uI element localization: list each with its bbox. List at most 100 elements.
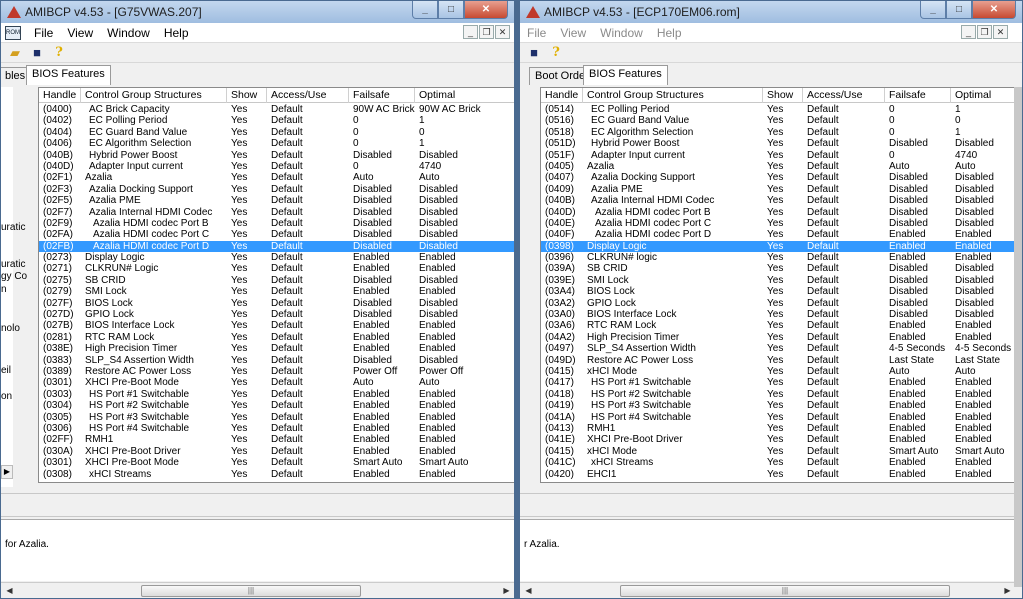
left-mdi-minimize-button[interactable]: _ (463, 25, 478, 39)
table-row[interactable]: (040F) Azalia HDMI codec Port D Yes Default… (541, 229, 1017, 240)
table-row[interactable]: (0516) EC Guard Band Value Yes Default 0 0 (541, 115, 1017, 126)
table-row[interactable]: (02F9) Azalia HDMI codec Port B Yes Default… (39, 218, 514, 229)
table-row[interactable]: (0404) EC Guard Band Value Yes Default 0 0 (39, 127, 514, 138)
column-header-failsafe[interactable]: Failsafe (885, 88, 951, 103)
left-mdi-close-button[interactable]: ✕ (495, 25, 510, 39)
left-close-button[interactable]: ✕ (464, 1, 508, 19)
scroll-left-icon[interactable]: ◀ (1, 583, 18, 598)
document-icon[interactable]: ROM (5, 25, 21, 40)
table-row[interactable]: (0405) Azalia Yes Default Auto Auto (541, 161, 1017, 172)
table-row[interactable]: (0279) SMI Lock Yes Default Enabled Enabled (39, 286, 514, 297)
column-header-optimal[interactable]: Optimal (415, 88, 514, 103)
table-row[interactable]: (0383) SLP_S4 Assertion Width Yes Default Di… (39, 355, 514, 366)
right-menu-view[interactable]: View (553, 26, 593, 40)
table-row[interactable]: (027F) BIOS Lock Yes Default Disabled Disable… (39, 298, 514, 309)
table-row[interactable]: (02FA) Azalia HDMI codec Port C Yes Default… (39, 229, 514, 240)
table-row[interactable]: (0413) RMH1 Yes Default Enabled Enabled (541, 423, 1017, 434)
table-row[interactable]: (0417) HS Port #1 Switchable Yes Default Ena… (541, 377, 1017, 388)
column-header-handle[interactable]: Handle (39, 88, 81, 103)
right-close-button[interactable]: ✕ (972, 1, 1016, 19)
table-row[interactable]: (03A0) BIOS Interface Lock Yes Default Disab… (541, 309, 1017, 320)
table-row[interactable]: (0420) EHCI1 Yes Default Enabled Enabled (541, 469, 1017, 480)
right-maximize-button[interactable]: □ (946, 1, 972, 19)
help-icon[interactable]: ? (51, 45, 67, 61)
table-row[interactable]: (03A2) GPIO Lock Yes Default Disabled Disable… (541, 298, 1017, 309)
right-title-bar[interactable]: AMIBCP v4.53 - [ECP170EM06.rom] _ □ ✕ (520, 1, 1022, 23)
column-header-failsafe[interactable]: Failsafe (349, 88, 415, 103)
column-header-show[interactable]: Show (227, 88, 267, 103)
save-disk-icon[interactable]: ■ (29, 45, 45, 61)
table-row[interactable]: (0275) SB CRID Yes Default Disabled Disabled (39, 275, 514, 286)
column-header-name[interactable]: Control Group Structures (81, 88, 227, 103)
side-scroll-right-icon[interactable]: ▶ (1, 465, 13, 479)
table-row[interactable]: (0389) Restore AC Power Loss Yes Default Pow… (39, 366, 514, 377)
save-disk-icon[interactable]: ■ (526, 45, 542, 61)
table-row[interactable]: (02F1) Azalia Yes Default Auto Auto (39, 172, 514, 183)
left-menu-help[interactable]: Help (157, 26, 196, 40)
column-header-show[interactable]: Show (763, 88, 803, 103)
table-row[interactable]: (0304) HS Port #2 Switchable Yes Default Ena… (39, 400, 514, 411)
table-row[interactable]: (0402) EC Polling Period Yes Default 0 1 (39, 115, 514, 126)
table-row[interactable]: (039E) SMI Lock Yes Default Disabled Disabled (541, 275, 1017, 286)
table-row[interactable]: (0273) Display Logic Yes Default Enabled Enab… (39, 252, 514, 263)
table-row[interactable]: (040B) Azalia Internal HDMI Codec Yes Defau… (541, 195, 1017, 206)
table-row[interactable]: (04A2) High Precision Timer Yes Default Enab… (541, 332, 1017, 343)
table-row[interactable]: (030A) XHCI Pre-Boot Driver Yes Default Enab… (39, 446, 514, 457)
column-header-optimal[interactable]: Optimal (951, 88, 1017, 103)
table-row[interactable]: (041C) xHCI Streams Yes Default Enabled Enabl… (541, 457, 1017, 468)
table-row[interactable]: (0301) XHCI Pre-Boot Mode Yes Default Smart … (39, 457, 514, 468)
table-row[interactable]: (040B) Hybrid Power Boost Yes Default Disabl… (39, 150, 514, 161)
left-tab-bios-features[interactable]: BIOS Features (26, 65, 111, 85)
table-row[interactable]: (0497) SLP_S4 Assertion Width Yes Default 4-… (541, 343, 1017, 354)
table-row[interactable]: (040D) Adapter Input current Yes Default 0 47… (39, 161, 514, 172)
scroll-left-icon[interactable]: ◀ (520, 583, 537, 598)
column-header-access[interactable]: Access/Use (803, 88, 885, 103)
table-row[interactable]: (0306) HS Port #4 Switchable Yes Default Ena… (39, 423, 514, 434)
right-menu-help[interactable]: Help (650, 26, 689, 40)
table-row[interactable]: (051D) Hybrid Power Boost Yes Default Disabl… (541, 138, 1017, 149)
table-row[interactable]: (040D) Azalia HDMI codec Port B Yes Default… (541, 207, 1017, 218)
table-row[interactable]: (02FB) Azalia HDMI codec Port D Yes Default… (39, 240, 514, 253)
right-tab-bios-features[interactable]: BIOS Features (583, 65, 668, 85)
left-title-bar[interactable]: AMIBCP v4.53 - [G75VWAS.207] _ □ ✕ (1, 1, 514, 23)
table-row[interactable]: (0271) CLKRUN# Logic Yes Default Enabled Enab… (39, 263, 514, 274)
table-row[interactable]: (0305) HS Port #3 Switchable Yes Default Ena… (39, 412, 514, 423)
left-maximize-button[interactable]: □ (438, 1, 464, 19)
left-mdi-restore-button[interactable]: ❐ (479, 25, 494, 39)
table-row[interactable]: (0396) CLKRUN# logic Yes Default Enabled Enab… (541, 252, 1017, 263)
left-menu-view[interactable]: View (60, 26, 100, 40)
table-row[interactable]: (0406) EC Algorithm Selection Yes Default 0 1 (39, 138, 514, 149)
table-row[interactable]: (0415) xHCI Mode Yes Default Auto Auto (541, 366, 1017, 377)
table-row[interactable]: (0415) xHCI Mode Yes Default Smart Auto Smart… (541, 446, 1017, 457)
right-menu-file[interactable]: File (520, 26, 553, 40)
table-row[interactable]: (0409) Azalia PME Yes Default Disabled Disabl… (541, 184, 1017, 195)
right-horizontal-scrollbar[interactable]: ◀ ||| ▶ (520, 582, 1016, 598)
table-row[interactable]: (040E) Azalia HDMI codec Port C Yes Default… (541, 218, 1017, 229)
table-row[interactable]: (051F) Adapter Input current Yes Default 0 47… (541, 150, 1017, 161)
table-row[interactable]: (038E) High Precision Timer Yes Default Enab… (39, 343, 514, 354)
column-header-access[interactable]: Access/Use (267, 88, 349, 103)
table-row[interactable]: (041E) XHCI Pre-Boot Driver Yes Default Enab… (541, 434, 1017, 445)
table-row[interactable]: (0301) XHCI Pre-Boot Mode Yes Default Auto Au… (39, 377, 514, 388)
table-row[interactable]: (03A6) RTC RAM Lock Yes Default Enabled Enabl… (541, 320, 1017, 331)
table-row[interactable]: (03A4) BIOS Lock Yes Default Disabled Disable… (541, 286, 1017, 297)
table-row[interactable]: (027B) BIOS Interface Lock Yes Default Enabl… (39, 320, 514, 331)
right-mdi-minimize-button[interactable]: _ (961, 25, 976, 39)
table-row[interactable]: (02F3) Azalia Docking Support Yes Default Di… (39, 184, 514, 195)
folder-open-icon[interactable]: ▰ (7, 45, 23, 61)
column-header-handle[interactable]: Handle (541, 88, 583, 103)
table-row[interactable]: (0400) AC Brick Capacity Yes Default 90W AC … (39, 104, 514, 115)
left-horizontal-scrollbar[interactable]: ◀ ||| ▶ (1, 582, 514, 598)
table-row[interactable]: (039A) SB CRID Yes Default Disabled Disabled (541, 263, 1017, 274)
table-row[interactable]: (0407) Azalia Docking Support Yes Default Di… (541, 172, 1017, 183)
help-icon[interactable]: ? (548, 45, 564, 61)
scroll-thumb[interactable]: ||| (141, 585, 361, 597)
right-mdi-restore-button[interactable]: ❐ (977, 25, 992, 39)
table-row[interactable]: (02F5) Azalia PME Yes Default Disabled Disabl… (39, 195, 514, 206)
left-menu-window[interactable]: Window (100, 26, 157, 40)
scroll-thumb[interactable]: ||| (620, 585, 950, 597)
column-header-name[interactable]: Control Group Structures (583, 88, 763, 103)
right-minimize-button[interactable]: _ (920, 1, 946, 19)
table-row[interactable]: (0308) xHCI Streams Yes Default Enabled Enabl… (39, 469, 514, 480)
table-row[interactable]: (0419) HS Port #3 Switchable Yes Default Ena… (541, 400, 1017, 411)
